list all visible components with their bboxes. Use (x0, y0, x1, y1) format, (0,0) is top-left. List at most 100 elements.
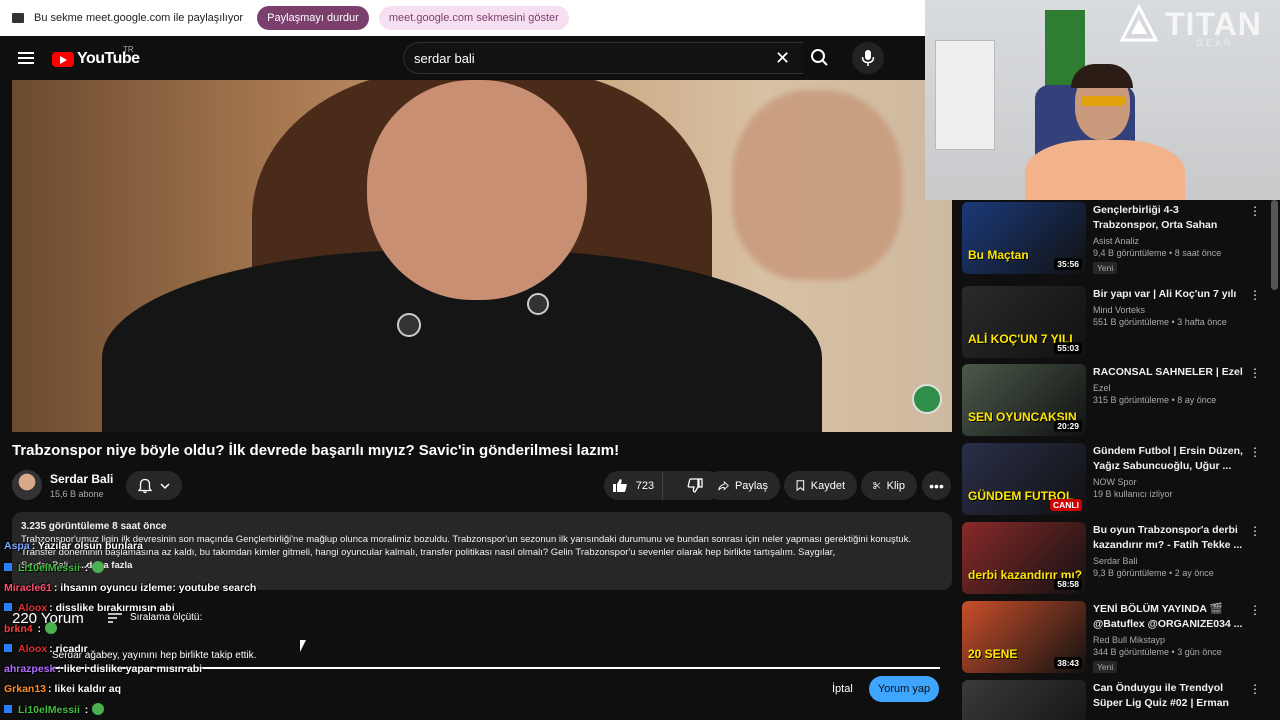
video-info: Gündem Futbol | Ersin Düzen, Yağız Sabun… (1093, 444, 1245, 499)
video-title-link[interactable]: Gençlerbirliği 4-3 Trabzonspor, Orta Sah… (1093, 203, 1245, 233)
share-icon (718, 480, 729, 490)
video-thumbnail[interactable]: Bu Maçtan 35:56 (962, 202, 1086, 274)
chevron-down-icon (160, 482, 170, 489)
channel-watermark-icon[interactable] (912, 384, 942, 414)
cancel-comment-button[interactable]: İptal (822, 678, 863, 700)
chat-message: ahrazpesk: like i dislike yapar mısın ab… (4, 663, 202, 675)
video-info: Can Önduygu ile Trendyol Süper Lig Quiz … (1093, 681, 1245, 711)
clip-button[interactable]: Klip (861, 471, 917, 500)
chat-text: : likei kaldır aq (48, 683, 121, 695)
more-options-icon[interactable]: ⋮ (1249, 366, 1261, 380)
recommended-video[interactable]: SEN OYUNCAKSIN 20:29 RACONSAL SAHNELER | E… (962, 362, 1262, 438)
bell-icon (138, 478, 152, 493)
clear-search-icon[interactable]: ✕ (775, 49, 790, 67)
share-button[interactable]: Paylaş (706, 471, 780, 500)
chat-username: Aloox (18, 643, 48, 655)
recommended-video[interactable]: 20 SENE ÖNÜNDEYMİŞCan Önduygu ile Trendy… (962, 678, 1262, 720)
channel-name[interactable]: Ezel (1093, 383, 1245, 393)
video-stats: 315 B görüntüleme • 8 ay önce (1093, 395, 1217, 405)
scissors-icon (873, 481, 881, 490)
menu-icon[interactable] (18, 52, 34, 64)
channel-name[interactable]: Mind Vorteks (1093, 305, 1245, 315)
chat-text: : like i dislike yapar mısın abi (57, 663, 203, 675)
channel-name[interactable]: Serdar Bali (50, 472, 113, 486)
chat-message: Li10elMessii : (4, 561, 105, 574)
video-title: Trabzonspor niye böyle oldu? İlk devrede… (12, 442, 620, 459)
channel-name[interactable]: NOW Spor (1093, 477, 1245, 487)
more-options-icon[interactable]: ⋮ (1249, 288, 1261, 302)
titan-logo-icon (1119, 4, 1159, 42)
search-input[interactable]: serdar bali (403, 42, 803, 74)
video-duration: 35:56 (1054, 258, 1082, 270)
view-count-and-date: 3.235 görüntüleme 8 saat önce (21, 521, 167, 532)
moderator-badge-icon (4, 603, 12, 611)
video-title-link[interactable]: RACONSAL SAHNELER | Ezel (1093, 365, 1245, 380)
moderator-badge-icon (4, 563, 12, 571)
notification-bell-button[interactable] (126, 471, 182, 500)
video-thumbnail[interactable]: ALİ KOÇ'UN 7 YILI 55:03 (962, 286, 1086, 358)
video-thumbnail[interactable]: GÜNDEM FUTBOL CANLI (962, 443, 1086, 515)
video-duration: CANLI (1050, 499, 1082, 511)
video-title-link[interactable]: Can Önduygu ile Trendyol Süper Lig Quiz … (1093, 681, 1245, 711)
more-actions-button[interactable]: ••• (922, 471, 951, 500)
channel-avatar[interactable] (12, 470, 42, 500)
more-options-icon[interactable]: ⋮ (1249, 682, 1261, 696)
video-title-link[interactable]: Bu oyun Trabzonspor'a derbi kazandırır m… (1093, 523, 1245, 553)
thumbnail-caption: Bu Maçtan (968, 248, 1029, 262)
video-thumbnail[interactable]: 20 SENE 38:43 (962, 601, 1086, 673)
sidebar-scrollbar[interactable] (1271, 200, 1278, 290)
chat-username: brkn4 (4, 623, 33, 635)
show-meet-tab-button[interactable]: meet.google.com sekmesini göster (378, 6, 569, 30)
video-title-link[interactable]: Bir yapı var | Ali Koç'un 7 yılı (1093, 287, 1245, 302)
recommended-video[interactable]: Bu Maçtan 35:56 Gençlerbirliği 4-3 Trabzon… (962, 200, 1262, 276)
video-title-link[interactable]: YENİ BÖLÜM YAYINDA 🎬 @Batuflex @ORGANIZE… (1093, 602, 1245, 632)
more-options-icon[interactable]: ⋮ (1249, 204, 1261, 218)
chat-text: : (34, 623, 42, 635)
chat-text: : (81, 562, 89, 574)
youtube-play-icon (52, 51, 74, 67)
video-description[interactable]: 3.235 görüntüleme 8 saat önce Trabzonspo… (12, 512, 952, 590)
channel-name[interactable]: Asist Analiz (1093, 236, 1245, 246)
submit-comment-button[interactable]: Yorum yap (869, 676, 939, 702)
like-button[interactable]: 723 (604, 471, 663, 500)
video-stats: 19 B kullanıcı izliyor (1093, 489, 1173, 499)
chat-message: Grkan13: likei kaldır aq (4, 683, 121, 695)
chat-username: Miracle61 (4, 582, 52, 594)
chat-emote-icon (92, 703, 105, 715)
video-thumbnail[interactable]: derbi kazandırır mı? 58:58 (962, 522, 1086, 594)
channel-name[interactable]: Serdar Bali (1093, 556, 1245, 566)
recommended-video[interactable]: derbi kazandırır mı? 58:58 Bu oyun Trabzon… (962, 520, 1262, 596)
voice-search-button[interactable] (852, 42, 884, 74)
youtube-header: YouTube TR serdar bali ✕ (0, 36, 925, 80)
chat-username: Grkan13 (4, 683, 47, 695)
video-duration: 55:03 (1054, 342, 1082, 354)
video-player[interactable] (12, 80, 952, 432)
shirt-badge-icon (397, 313, 421, 337)
recommended-video[interactable]: 20 SENE 38:43 YENİ BÖLÜM YAYINDA 🎬 @Batufl… (962, 599, 1262, 675)
video-title-link[interactable]: Gündem Futbol | Ersin Düzen, Yağız Sabun… (1093, 444, 1245, 474)
video-info: Bu oyun Trabzonspor'a derbi kazandırır m… (1093, 523, 1245, 578)
description-text: Trabzonspor'umuz ligin ilk devresinin so… (21, 534, 912, 558)
video-stats: 9,4 B görüntüleme • 8 saat önce (1093, 248, 1222, 258)
video-info: Bir yapı var | Ali Koç'un 7 yılı Mind Vor… (1093, 287, 1245, 327)
sort-icon (108, 612, 122, 623)
recommended-video[interactable]: ALİ KOÇ'UN 7 YILI 55:03 Bir yapı var | Ali… (962, 284, 1262, 360)
more-options-icon[interactable]: ⋮ (1249, 445, 1261, 459)
mouse-cursor-icon (300, 640, 309, 652)
save-button[interactable]: Kaydet (784, 471, 857, 500)
search-button[interactable] (802, 42, 838, 74)
more-options-icon[interactable]: ⋮ (1249, 524, 1261, 538)
channel-name[interactable]: Red Bull Mikstayp (1093, 635, 1245, 645)
video-duration: 38:43 (1054, 657, 1082, 669)
description-text-end: Serdar Bali... ...daha fazla (21, 559, 943, 572)
video-thumbnail[interactable]: 20 SENE ÖNÜNDEYMİŞ (962, 680, 1086, 720)
stop-sharing-button[interactable]: Paylaşmayı durdur (257, 6, 369, 30)
chat-username: Aloox (18, 602, 48, 614)
more-options-icon[interactable]: ⋮ (1249, 603, 1261, 617)
video-stats: 344 B görüntüleme • 3 gün önce (1093, 647, 1222, 657)
video-stats: 551 B görüntüleme • 3 hafta önce (1093, 317, 1227, 327)
share-status-text: Bu sekme meet.google.com ile paylaşılıyo… (34, 12, 244, 24)
video-thumbnail[interactable]: SEN OYUNCAKSIN 20:29 (962, 364, 1086, 436)
sunglasses-icon (1081, 96, 1125, 106)
recommended-video[interactable]: GÜNDEM FUTBOL CANLI Gündem Futbol | Ersin … (962, 441, 1262, 517)
